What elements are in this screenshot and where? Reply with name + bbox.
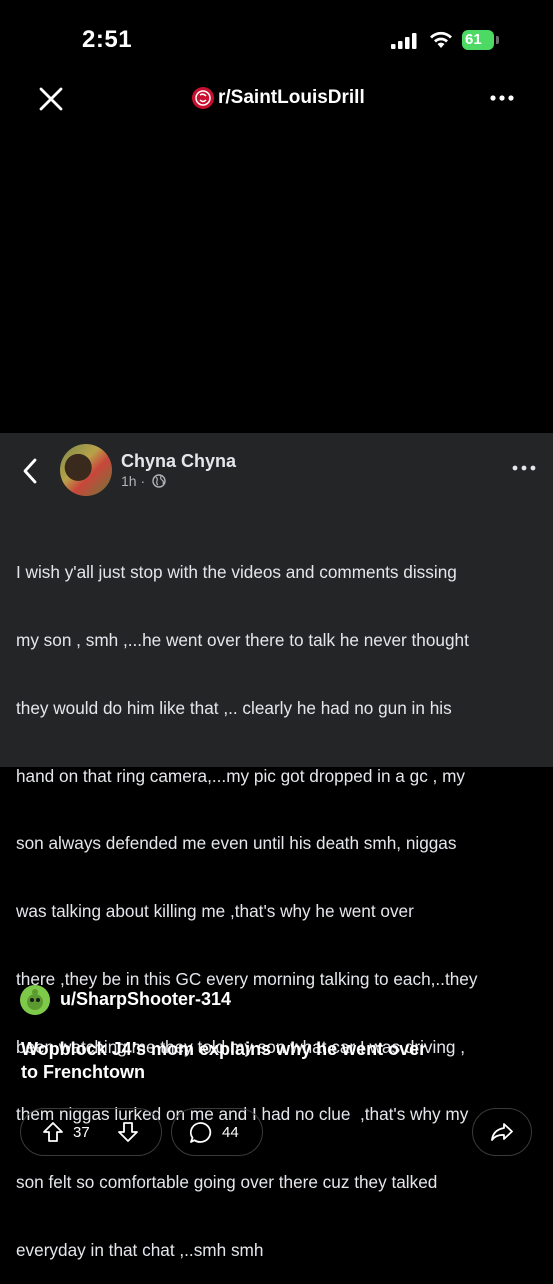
globe-icon [152,474,166,488]
cellular-signal-icon [391,33,417,49]
fb-text-line: there ,they be in this GC every morning … [16,968,478,989]
fb-text-line: son felt so comfortable going over there… [16,1172,438,1193]
comment-count: 44 [222,1124,239,1141]
fb-text-line: I wish y'all just stop with the videos a… [16,562,457,583]
comments-button[interactable]: 44 [171,1108,263,1156]
post-username[interactable]: u/SharpShooter-314 [60,989,231,1010]
fb-text-line: everyday in that chat ,..smh smh [16,1240,264,1260]
fb-more-icon [512,465,536,471]
fb-author-name: Chyna Chyna [121,451,237,471]
post-title-line: Wopblock J4’s mom explains why he went o… [21,1039,427,1059]
subreddit-name[interactable]: r/SaintLouisDrill [218,87,365,109]
close-icon[interactable] [38,86,64,112]
comment-icon [189,1122,212,1143]
more-options-icon[interactable] [487,86,517,110]
fb-post-text: I wish y'all just stop with the videos a… [16,516,542,1284]
fb-post-time: 1h · [121,473,146,489]
wifi-icon [430,31,452,48]
battery-level: 61 [465,31,482,48]
upvote-icon[interactable] [41,1120,65,1144]
fb-author-avatar [60,444,112,496]
share-icon [491,1123,513,1141]
vote-control: 37 [20,1108,162,1156]
fb-text-line: son always defended me even until his de… [16,833,457,854]
user-avatar[interactable] [20,985,50,1015]
subreddit-icon [192,87,214,109]
vote-count: 37 [73,1124,90,1141]
post-title-line: to Frenchtown [21,1062,145,1082]
fb-text-line: my son , smh ,...he went over there to t… [16,629,469,650]
fb-text-line: hand on that ring camera,...my pic got d… [16,765,466,786]
battery-icon: 61 [462,30,500,50]
back-chevron-icon [23,458,37,484]
fb-text-line: was talking about killing me ,that's why… [16,901,414,922]
status-time: 2:51 [82,26,133,53]
post-title[interactable]: Wopblock J4’s mom explains why he went o… [21,1038,491,1084]
share-button[interactable] [472,1108,532,1156]
fb-text-line: they would do him like that ,.. clearly … [16,697,452,718]
downvote-icon[interactable] [116,1120,140,1144]
